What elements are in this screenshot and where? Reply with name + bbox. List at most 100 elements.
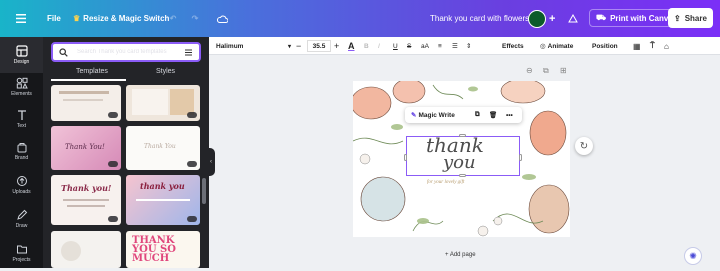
font-size-input[interactable]: 35.5 <box>307 40 331 52</box>
rail-label: Draw <box>15 223 28 229</box>
refresh-icon[interactable]: ↻ <box>575 137 593 155</box>
resize-handle[interactable] <box>404 154 407 161</box>
help-icon[interactable]: ✺ <box>684 247 702 265</box>
rail-item-draw[interactable]: Draw <box>0 201 43 237</box>
tab-templates[interactable]: Templates <box>76 68 108 75</box>
chart-icon[interactable] <box>568 0 578 37</box>
rail-item-elements[interactable]: Elements <box>0 69 43 105</box>
rail-label: Projects <box>12 257 31 263</box>
floating-text-toolbar: ✎ Magic Write ⧉ 🗑 ••• <box>405 107 522 123</box>
font-family-select[interactable]: Halimum ▾ <box>216 37 291 55</box>
template-thumbnail[interactable] <box>126 85 200 121</box>
thumb-decoration <box>63 99 103 101</box>
more-icon[interactable]: ••• <box>506 107 513 123</box>
rail-item-uploads[interactable]: Uploads <box>0 167 43 203</box>
thumb-decoration <box>67 205 105 207</box>
template-thumbnail[interactable]: thank you <box>126 175 200 225</box>
plus-icon[interactable]: + <box>549 0 555 37</box>
rail-label: Uploads <box>12 189 31 195</box>
print-label: Print with Canva <box>610 13 673 23</box>
hamburger-menu-icon[interactable] <box>16 0 26 37</box>
pro-badge <box>108 216 118 222</box>
subtitle-text: for your lovely gift <box>427 180 465 185</box>
magic-write-label: Magic Write <box>418 111 455 119</box>
thumb-text: Thank you! <box>61 183 112 193</box>
duplicate-icon[interactable]: ⧉ <box>475 107 480 123</box>
chevron-down-icon: ▾ <box>287 43 291 50</box>
lock-page-icon[interactable]: ⊖ <box>526 66 533 75</box>
spacing-icon[interactable]: ⇕ <box>466 37 471 55</box>
brand-icon <box>17 143 26 153</box>
bold-button[interactable]: B <box>364 37 369 55</box>
resize-label: Resize & Magic Switch <box>83 14 170 23</box>
layout-icon <box>15 45 28 57</box>
rail-item-design[interactable]: Design <box>0 37 43 73</box>
avatar[interactable] <box>528 0 546 37</box>
undo-icon[interactable]: ↶ <box>166 0 180 37</box>
file-menu[interactable]: File <box>47 0 61 37</box>
animate-button[interactable]: ◎ Animate <box>540 37 573 55</box>
underline-button[interactable]: U <box>393 37 398 55</box>
cloud-icon[interactable] <box>215 0 229 37</box>
tab-styles[interactable]: Styles <box>156 68 175 75</box>
top-bar: File ♛ Resize & Magic Switch ↶ ↷ Thank y… <box>0 0 720 37</box>
thumb-decoration <box>132 89 168 115</box>
strikethrough-button[interactable]: S <box>407 37 411 55</box>
rail-label: Brand <box>14 155 29 161</box>
rail-item-projects[interactable]: Projects <box>0 235 43 271</box>
redo-icon[interactable]: ↷ <box>188 0 202 37</box>
print-with-canva-button[interactable]: ⛟ Print with Canva <box>589 9 680 27</box>
thumb-decoration <box>136 199 190 201</box>
trash-icon[interactable]: 🗑 <box>489 107 497 123</box>
share-button[interactable]: ⇪ Share <box>668 8 713 28</box>
style-paint-icon[interactable]: ⍑ <box>650 37 655 55</box>
text-icon <box>17 110 26 120</box>
shapes-icon <box>16 77 28 89</box>
position-button[interactable]: Position <box>592 37 618 55</box>
pro-badge <box>187 161 197 167</box>
template-thumbnail[interactable]: THANK YOU SO MUCH <box>126 231 200 268</box>
align-center-icon[interactable]: ≡ <box>438 37 442 55</box>
magic-write-button[interactable]: ✎ Magic Write <box>411 107 455 123</box>
animate-icon: ◎ <box>540 43 546 50</box>
truck-icon: ⛟ <box>596 13 607 22</box>
rail-label: Elements <box>11 91 32 97</box>
pro-badge <box>108 161 118 167</box>
templates-panel: Search Thank you card templates Template… <box>43 37 209 268</box>
effects-button[interactable]: Effects <box>502 37 524 55</box>
template-thumbnail[interactable]: Thank You <box>126 126 200 170</box>
template-thumbnail[interactable]: Thank You! <box>51 126 121 170</box>
search-input[interactable]: Search Thank you card templates <box>51 42 201 62</box>
duplicate-page-icon[interactable]: ⧉ <box>543 66 549 76</box>
add-page-button[interactable]: + Add page <box>445 252 476 258</box>
increase-size-button[interactable]: + <box>334 37 339 55</box>
case-button[interactable]: aA <box>421 37 429 55</box>
resize-magic-switch-button[interactable]: ♛ Resize & Magic Switch <box>73 0 169 37</box>
filter-icon[interactable] <box>184 48 193 57</box>
template-thumbnail[interactable]: Thank you! <box>51 175 121 225</box>
left-rail: Design Elements Text Brand Uploads Draw … <box>0 37 43 268</box>
thumb-text: Thank You <box>144 143 176 150</box>
rail-item-brand[interactable]: Brand <box>0 133 43 169</box>
decrease-size-button[interactable]: − <box>296 37 301 55</box>
panel-scrollbar[interactable] <box>202 178 206 204</box>
italic-button[interactable]: I <box>378 37 380 55</box>
rail-item-text[interactable]: Text <box>0 101 43 137</box>
add-page-icon[interactable]: ⊞ <box>560 66 567 75</box>
resize-handle[interactable] <box>459 174 466 177</box>
font-name: Halimum <box>216 42 244 50</box>
text-color-button[interactable]: A <box>348 37 355 55</box>
collapse-panel-button[interactable]: ‹ <box>207 148 215 176</box>
transparency-icon[interactable]: ▦ <box>633 37 641 55</box>
pro-badge <box>108 112 118 118</box>
template-thumbnail[interactable] <box>51 231 121 268</box>
pen-icon <box>16 209 27 220</box>
thumb-decoration <box>59 91 109 94</box>
template-thumbnail[interactable] <box>51 85 121 121</box>
document-title[interactable]: Thank you card with flowers <box>430 0 529 37</box>
list-icon[interactable]: ☰ <box>452 37 458 55</box>
folder-icon <box>16 245 27 254</box>
resize-handle[interactable] <box>519 154 522 161</box>
rail-label: Text <box>16 123 27 129</box>
lock-icon[interactable]: ⌂ <box>664 37 669 55</box>
